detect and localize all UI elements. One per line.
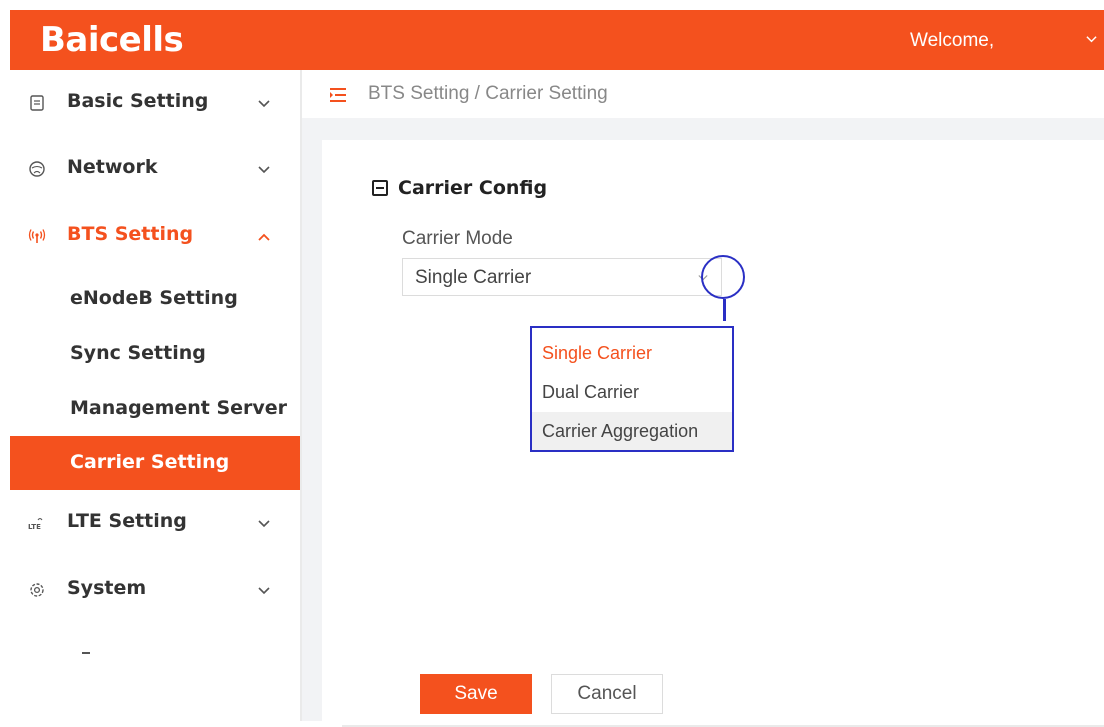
carrier-mode-select[interactable]: Single Carrier [402,258,722,296]
document-icon [30,95,44,111]
welcome-text[interactable]: Welcome, [910,30,994,52]
carrier-mode-value: Single Carrier [415,267,532,288]
carrier-mode-dropdown: Single Carrier Dual Carrier Carrier Aggr… [530,326,734,452]
sidebar-subitem-management-server[interactable]: Management Server [10,382,300,436]
sidebar-trailing-mark [82,652,90,654]
option-label: Dual Carrier [542,382,640,402]
frame-left [0,0,10,721]
menu-collapse-icon[interactable] [328,87,348,103]
option-label: Single Carrier [542,343,653,363]
section-title: Carrier Config [372,177,547,199]
sidebar-item-system[interactable]: System [10,563,300,617]
lte-icon: LTE [28,517,43,531]
save-button[interactable]: Save [420,674,532,714]
breadcrumb-text: BTS Setting / Carrier Setting [368,83,608,104]
chevron-down-icon [258,587,270,595]
sidebar-item-bts-setting[interactable]: BTS Setting [10,209,300,263]
chevron-down-icon [258,100,270,108]
dropdown-option-dual-carrier[interactable]: Dual Carrier [532,373,732,411]
cancel-button[interactable]: Cancel [551,674,663,714]
section-title-text: Carrier Config [398,177,548,199]
gear-icon [30,583,44,597]
sidebar-item-network[interactable]: Network [10,142,300,196]
sidebar-subitem-carrier-setting[interactable]: Carrier Setting [10,436,300,490]
annotation-line [723,299,726,321]
sidebar-subitem-label: eNodeB Setting [70,287,238,309]
dropdown-option-single-carrier[interactable]: Single Carrier [532,334,732,372]
carrier-mode-label: Carrier Mode [402,228,513,249]
top-header: Baicells Welcome, [10,10,1104,70]
sidebar: Basic Setting Network BTS Setting eNodeB… [10,70,300,721]
sidebar-subitem-label: Sync Setting [70,342,206,364]
sidebar-item-lte-setting[interactable]: LTE LTE Setting [10,496,300,550]
sidebar-item-label: BTS Setting [67,223,194,245]
chevron-up-icon [258,233,270,241]
dropdown-option-carrier-aggregation[interactable]: Carrier Aggregation [532,412,732,450]
chevron-down-icon [258,520,270,528]
sidebar-subitem-sync-setting[interactable]: Sync Setting [10,327,300,381]
chevron-down-icon [258,166,270,174]
carrier-config-card: Carrier Config Carrier Mode Single Carri… [322,140,1104,727]
sidebar-subitem-label: Management Server [70,397,288,419]
form-footer: Save Cancel [322,657,1104,721]
main-content: BTS Setting / Carrier Setting Carrier Co… [302,70,1104,727]
sidebar-item-label: Network [67,156,158,178]
annotation-circle [701,255,745,299]
sidebar-item-label: Basic Setting [67,90,209,112]
sidebar-item-label: LTE Setting [67,510,187,532]
brand-logo[interactable]: Baicells [40,20,184,60]
sidebar-item-label: System [67,577,147,599]
svg-text:LTE: LTE [28,523,41,531]
breadcrumb: BTS Setting / Carrier Setting [302,70,1104,118]
option-label: Carrier Aggregation [542,421,699,441]
antenna-icon [28,229,46,243]
user-menu-chevron-down-icon[interactable] [1086,34,1097,45]
globe-icon [29,161,45,177]
sidebar-item-basic-setting[interactable]: Basic Setting [10,76,300,130]
sidebar-subitem-enodeb-setting[interactable]: eNodeB Setting [10,272,300,326]
sidebar-subitem-label: Carrier Setting [70,451,230,473]
